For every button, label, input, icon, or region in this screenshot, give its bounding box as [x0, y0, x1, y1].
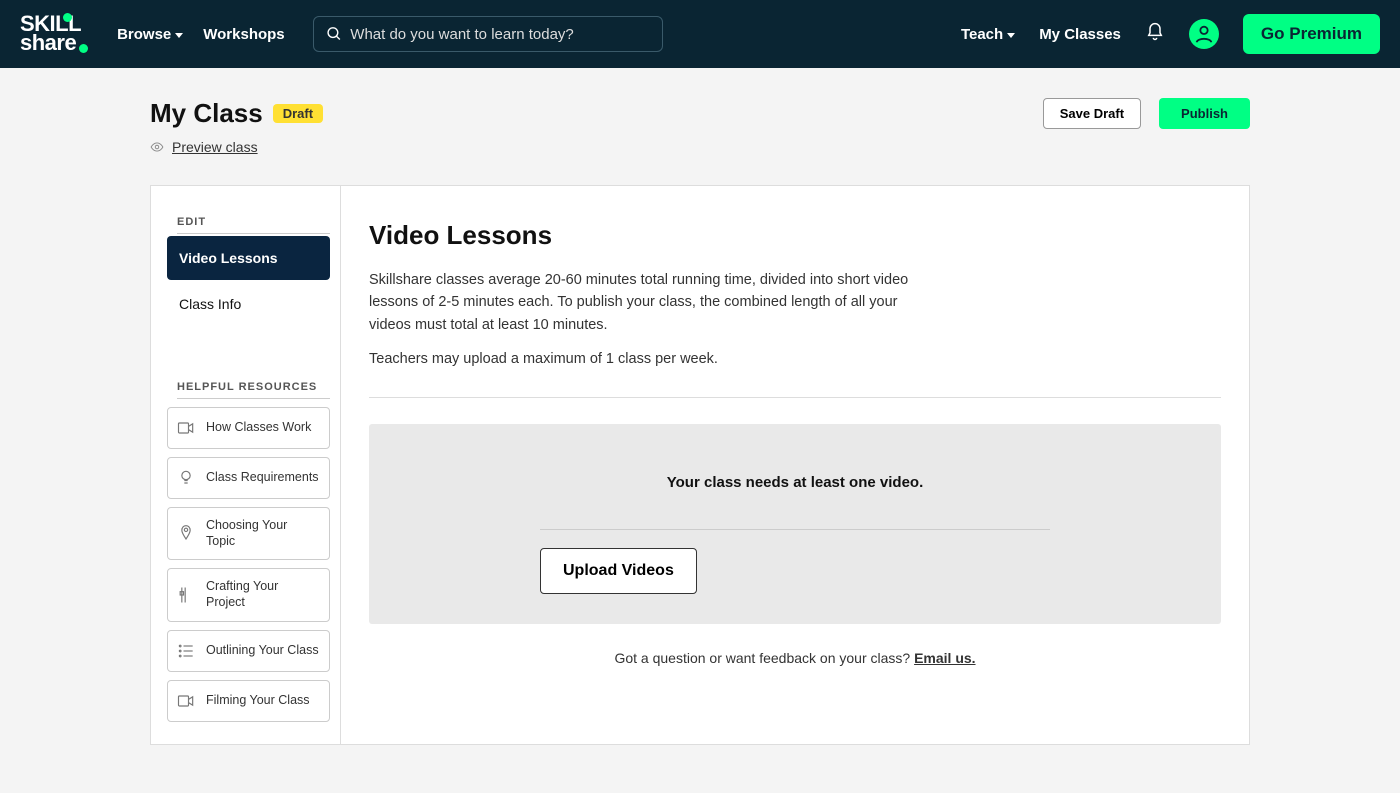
teach-label: Teach	[961, 26, 1003, 43]
page-container: My Class Draft Save Draft Publish Previe…	[150, 68, 1250, 745]
page-title: My Class	[150, 98, 263, 129]
resource-choosing-topic[interactable]: Choosing Your Topic	[167, 507, 330, 560]
upload-videos-button[interactable]: Upload Videos	[540, 548, 697, 594]
callout-message: Your class needs at least one video.	[389, 474, 1201, 491]
callout-divider	[540, 529, 1050, 530]
sidebar-item-video-lessons[interactable]: Video Lessons	[167, 236, 330, 280]
resource-label: Filming Your Class	[206, 693, 319, 709]
search-input[interactable]	[350, 26, 649, 43]
sidebar-item-class-info[interactable]: Class Info	[167, 282, 330, 326]
list-icon	[176, 641, 196, 661]
logo-dot-icon	[79, 44, 88, 53]
main-panel: Video Lessons Skillshare classes average…	[341, 186, 1249, 744]
pin-icon	[176, 524, 196, 544]
page-header: My Class Draft Save Draft Publish	[150, 98, 1250, 129]
nav-left: Browse Workshops	[117, 26, 285, 43]
resource-label: Choosing Your Topic	[206, 518, 319, 549]
description-paragraph-1: Skillshare classes average 20-60 minutes…	[369, 269, 929, 336]
preview-row: Preview class	[150, 139, 1250, 155]
question-text: Got a question or want feedback on your …	[614, 650, 914, 666]
eye-icon	[150, 140, 164, 154]
resource-label: Crafting Your Project	[206, 579, 319, 610]
my-classes-link[interactable]: My Classes	[1039, 26, 1121, 43]
resource-label: How Classes Work	[206, 420, 319, 436]
teach-menu[interactable]: Teach	[961, 26, 1015, 43]
resource-class-requirements[interactable]: Class Requirements	[167, 457, 330, 499]
upload-callout: Your class needs at least one video. Upl…	[369, 424, 1221, 624]
divider	[369, 397, 1221, 398]
search-box[interactable]	[313, 16, 663, 52]
avatar[interactable]	[1189, 19, 1219, 49]
logo[interactable]: SKILL share	[20, 15, 81, 52]
sidebar-section-edit: EDIT	[177, 216, 330, 234]
sidebar-section-resources: HELPFUL RESOURCES	[177, 381, 330, 399]
logo-text-line2: share	[20, 30, 76, 55]
sidebar: EDIT Video Lessons Class Info HELPFUL RE…	[151, 186, 341, 744]
resource-how-classes-work[interactable]: How Classes Work	[167, 407, 330, 449]
editor-card: EDIT Video Lessons Class Info HELPFUL RE…	[150, 185, 1250, 745]
camera-icon	[176, 691, 196, 711]
draft-badge: Draft	[273, 104, 323, 123]
browse-label: Browse	[117, 26, 171, 43]
save-draft-button[interactable]: Save Draft	[1043, 98, 1141, 129]
resource-crafting-project[interactable]: Crafting Your Project	[167, 568, 330, 621]
topbar: SKILL share Browse Workshops Teach My Cl…	[0, 0, 1400, 68]
my-classes-label: My Classes	[1039, 26, 1121, 43]
search-icon	[326, 25, 343, 43]
browse-menu[interactable]: Browse	[117, 26, 183, 43]
tools-icon	[176, 585, 196, 605]
lightbulb-icon	[176, 468, 196, 488]
user-icon	[1193, 23, 1215, 45]
publish-button[interactable]: Publish	[1159, 98, 1250, 129]
resource-label: Class Requirements	[206, 470, 319, 486]
main-heading: Video Lessons	[369, 220, 1221, 251]
chevron-down-icon	[175, 33, 183, 38]
preview-class-link[interactable]: Preview class	[172, 139, 258, 155]
description-paragraph-2: Teachers may upload a maximum of 1 class…	[369, 348, 929, 370]
bell-icon	[1145, 22, 1165, 42]
email-us-link[interactable]: Email us.	[914, 650, 975, 666]
question-row: Got a question or want feedback on your …	[369, 650, 1221, 666]
workshops-link[interactable]: Workshops	[203, 26, 284, 43]
chevron-down-icon	[1007, 33, 1015, 38]
notifications-button[interactable]	[1145, 22, 1165, 47]
nav-right: Teach My Classes Go Premium	[961, 14, 1380, 54]
resource-outlining-class[interactable]: Outlining Your Class	[167, 630, 330, 672]
workshops-label: Workshops	[203, 26, 284, 43]
resource-filming-class[interactable]: Filming Your Class	[167, 680, 330, 722]
resource-label: Outlining Your Class	[206, 643, 319, 659]
video-icon	[176, 418, 196, 438]
go-premium-button[interactable]: Go Premium	[1243, 14, 1380, 54]
